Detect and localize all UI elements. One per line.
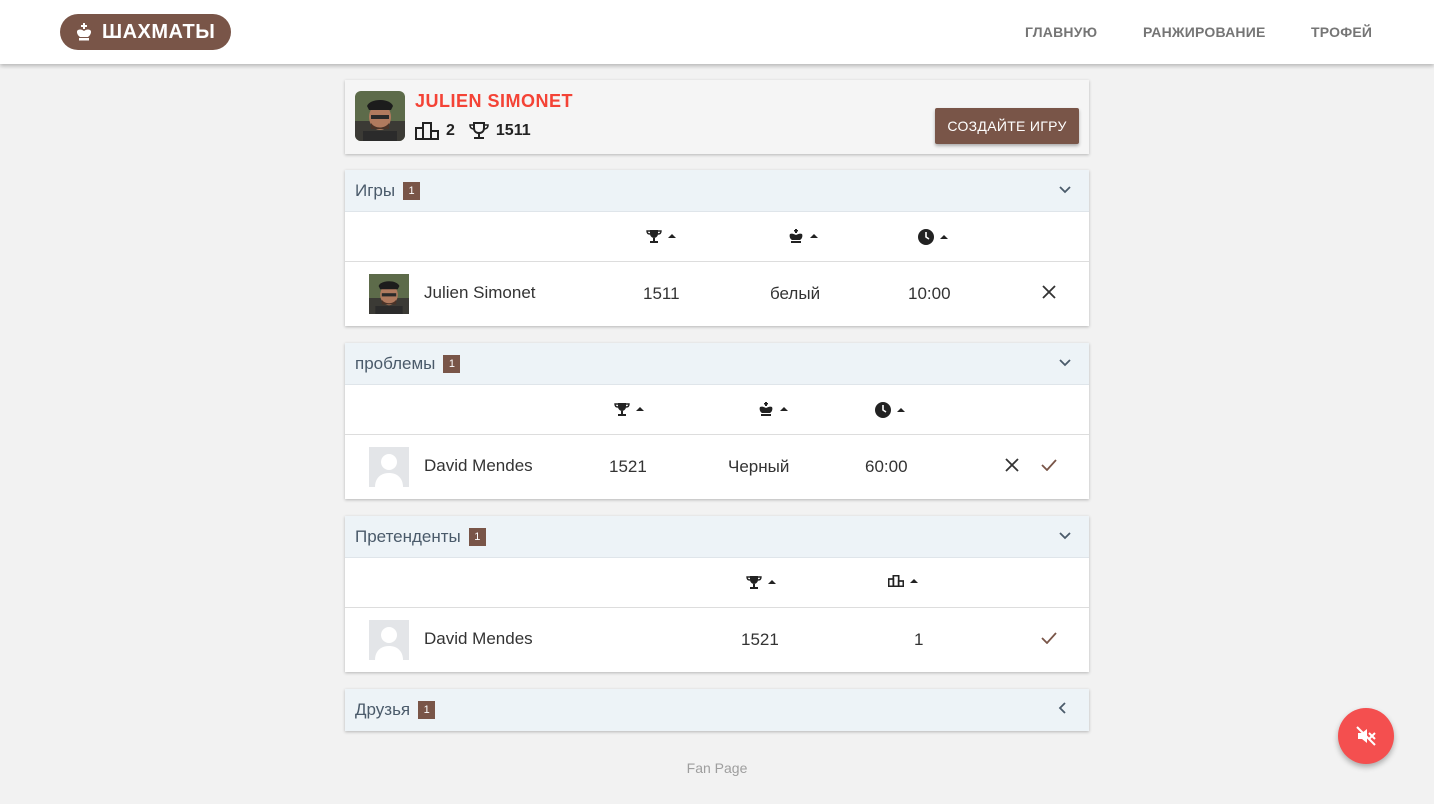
- contenders-count-badge: 1: [468, 527, 486, 546]
- problems-count-badge: 1: [443, 354, 461, 373]
- player-rank: 1: [914, 630, 924, 649]
- create-game-button[interactable]: СОЗДАЙТЕ ИГРУ: [935, 108, 1079, 144]
- contenders-section: Претенденты 1 David Mendes 1521 1: [345, 516, 1089, 672]
- app-title: ШАХМАТЫ: [102, 20, 216, 43]
- mute-button[interactable]: [1338, 708, 1394, 764]
- chess-king-icon: [76, 23, 92, 41]
- profile-avatar: [355, 91, 405, 141]
- sort-asc-icon: [768, 580, 776, 584]
- sort-asc-icon: [636, 407, 644, 411]
- chess-king-icon: [789, 229, 803, 243]
- footer-link[interactable]: Fan Page: [0, 760, 1434, 776]
- sort-by-time[interactable]: [875, 402, 905, 418]
- podium-icon: [415, 122, 439, 140]
- accept-icon[interactable]: [1041, 632, 1057, 644]
- podium-icon: [888, 575, 904, 587]
- sort-asc-icon: [780, 407, 788, 411]
- sort-asc-icon: [668, 234, 676, 238]
- problems-section: проблемы 1 David Mendes 1521 Черный 60:0…: [345, 343, 1089, 499]
- player-name[interactable]: Julien Simonet: [424, 283, 536, 303]
- chevron-left-icon[interactable]: [1057, 702, 1069, 714]
- decline-icon[interactable]: [1005, 458, 1019, 472]
- sort-by-time[interactable]: [918, 229, 948, 245]
- games-section-header[interactable]: Игры 1: [345, 170, 1089, 212]
- sort-asc-icon: [810, 234, 818, 238]
- clock-icon: [918, 229, 934, 245]
- game-color: Черный: [728, 457, 790, 476]
- games-table-header: [345, 213, 1089, 262]
- app-logo[interactable]: ШАХМАТЫ: [60, 14, 232, 50]
- close-icon[interactable]: [1042, 285, 1056, 299]
- player-rating: 1521: [609, 457, 647, 476]
- player-name[interactable]: David Mendes: [424, 456, 533, 476]
- player-rating: 1521: [741, 630, 779, 649]
- avatar: [369, 447, 409, 487]
- problems-table-header: [345, 386, 1089, 435]
- nav-trophy[interactable]: ТРОФЕЙ: [1311, 0, 1372, 64]
- rank-value: 2: [446, 122, 455, 139]
- sort-asc-icon: [910, 579, 918, 583]
- accept-icon[interactable]: [1041, 459, 1057, 471]
- games-section-title: Игры: [355, 180, 396, 200]
- player-rating: 1511: [643, 284, 680, 303]
- chess-king-icon: [759, 402, 773, 416]
- sort-asc-icon: [940, 235, 948, 239]
- trophy-icon: [469, 122, 489, 139]
- friends-section: Друзья 1: [345, 689, 1089, 731]
- contenders-table-header: [345, 559, 1089, 608]
- chevron-down-icon[interactable]: [1059, 529, 1071, 541]
- sort-by-color[interactable]: [788, 229, 818, 243]
- sort-by-rating[interactable]: [646, 229, 676, 243]
- games-count-badge: 1: [403, 181, 421, 200]
- profile-card: JULIEN SIMONET 2 1511 СОЗДАЙТЕ ИГРУ: [345, 80, 1089, 154]
- chevron-down-icon[interactable]: [1059, 183, 1071, 195]
- sort-by-rank[interactable]: [888, 575, 918, 587]
- volume-off-icon: [1356, 726, 1376, 746]
- trophy-value: 1511: [495, 122, 531, 139]
- games-section: Игры 1 Julien Simonet 1511 белый 10:00: [345, 170, 1089, 326]
- table-row: David Mendes 1521 1: [345, 608, 1089, 672]
- friends-section-title: Друзья: [355, 700, 411, 719]
- friends-section-header[interactable]: Друзья 1: [345, 689, 1089, 731]
- nav-home[interactable]: ГЛАВНУЮ: [1025, 0, 1097, 64]
- avatar: [369, 620, 409, 660]
- game-time: 10:00: [908, 284, 951, 303]
- avatar: [369, 274, 409, 314]
- player-name[interactable]: David Mendes: [424, 629, 533, 649]
- sort-by-rating[interactable]: [746, 575, 776, 589]
- game-time: 60:00: [865, 457, 908, 476]
- profile-name: JULIEN SIMONET: [415, 91, 574, 111]
- clock-icon: [875, 402, 891, 418]
- table-row: David Mendes 1521 Черный 60:00: [345, 435, 1089, 499]
- profile-stats: 2 1511: [415, 122, 531, 140]
- sort-by-color[interactable]: [758, 402, 788, 416]
- trophy-icon: [614, 403, 630, 416]
- problems-section-header[interactable]: проблемы 1: [345, 343, 1089, 385]
- friends-count-badge: 1: [418, 701, 436, 719]
- top-app-bar: ШАХМАТЫ ГЛАВНУЮ РАНЖИРОВАНИЕ ТРОФЕЙ: [0, 0, 1434, 64]
- contenders-section-title: Претенденты: [355, 526, 461, 546]
- sort-by-rating[interactable]: [614, 402, 644, 416]
- game-color: белый: [770, 284, 821, 303]
- trophy-icon: [746, 576, 762, 589]
- chevron-down-icon[interactable]: [1059, 356, 1071, 368]
- problems-section-title: проблемы: [355, 353, 436, 373]
- contenders-section-header[interactable]: Претенденты 1: [345, 516, 1089, 558]
- nav-ranking[interactable]: РАНЖИРОВАНИЕ: [1143, 0, 1266, 64]
- trophy-icon: [646, 230, 662, 243]
- table-row: Julien Simonet 1511 белый 10:00: [345, 262, 1089, 326]
- sort-asc-icon: [897, 408, 905, 412]
